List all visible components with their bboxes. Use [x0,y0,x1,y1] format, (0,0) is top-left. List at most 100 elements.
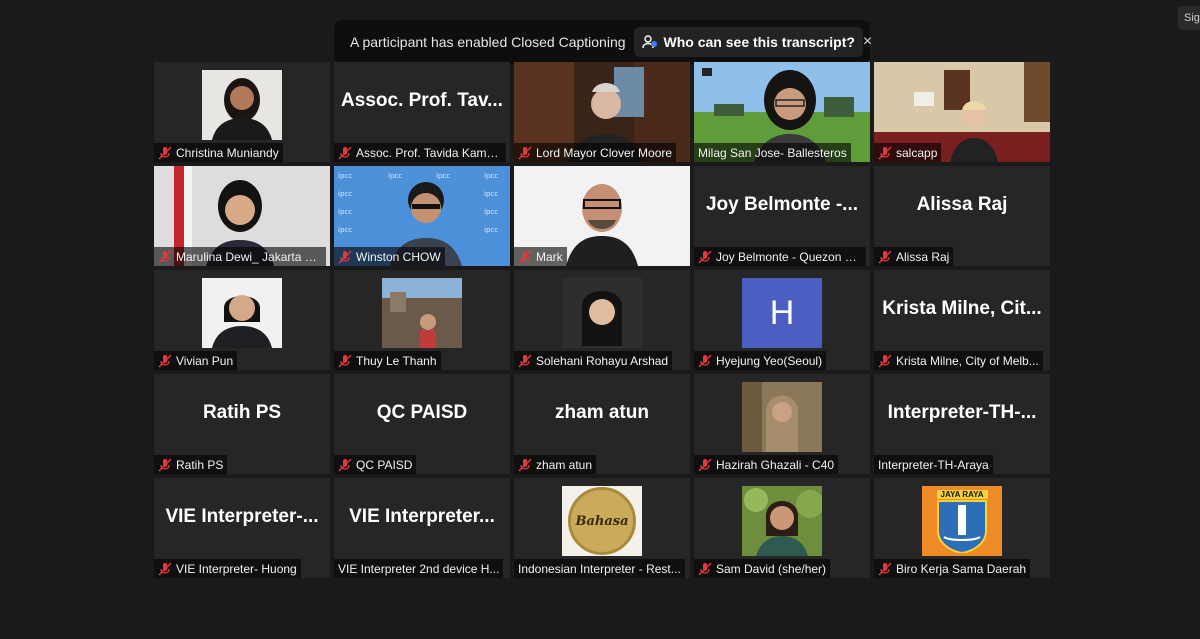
participant-tile-active-speaker[interactable]: Milag San Jose- Ballesteros [694,62,870,162]
participant-tile[interactable]: H Hyejung Yeo(Seoul) [694,270,870,370]
participant-tile[interactable]: QC PAISD QC PAISD [334,374,510,474]
participant-display-name: Krista Milne, Cit... [882,298,1042,319]
participant-name: VIE Interpreter 2nd device H... [338,561,500,576]
jakarta-emblem: JAYA RAYA [922,486,1002,556]
participant-tile[interactable]: Lord Mayor Clover Moore [514,62,690,162]
close-icon[interactable]: × [863,33,872,51]
svg-text:ipcc: ipcc [484,190,498,198]
participant-name: Assoc. Prof. Tavida Kamol... [356,145,502,160]
avatar: H [742,278,822,348]
transcript-visibility-button[interactable]: Who can see this transcript? [633,27,863,57]
participant-photo [742,486,822,556]
participant-name: Mark [536,249,563,264]
participant-name: Christina Muniandy [176,145,279,160]
muted-mic-icon [878,249,892,264]
muted-mic-icon [698,249,712,264]
participant-name: Alissa Raj [896,249,950,264]
participant-tile[interactable]: Interpreter-TH-... Interpreter-TH-Araya [874,374,1050,474]
participant-tile[interactable]: Hazirah Ghazali - C40 [694,374,870,474]
participant-name: Interpreter-TH-Araya [878,457,989,472]
participant-display-name: VIE Interpreter-... [165,506,319,527]
svg-text:ipcc: ipcc [338,208,352,216]
participant-tile[interactable]: Mark [514,166,690,266]
participant-display-name: Assoc. Prof. Tav... [341,90,503,111]
participant-photo [562,278,642,348]
muted-mic-icon [698,353,712,368]
muted-mic-icon [158,249,172,264]
participant-name: Sam David (she/her) [716,561,827,576]
muted-mic-icon [338,457,352,472]
participant-name: Marulina Dewi_ Jakarta C... [176,249,322,264]
svg-text:ipcc: ipcc [338,190,352,198]
participant-name: Hyejung Yeo(Seoul) [716,353,823,368]
participant-tile[interactable]: Vivian Pun [154,270,330,370]
participant-name: Krista Milne, City of Melb... [896,353,1039,368]
participant-display-name: Joy Belmonte -... [705,194,859,215]
svg-text:ipcc: ipcc [338,172,352,180]
participant-name: Milag San Jose- Ballesteros [698,145,847,160]
participant-name: Winston CHOW [356,249,441,264]
people-icon [641,35,657,49]
participant-tile[interactable]: salcapp [874,62,1050,162]
participant-tile[interactable]: ipcc ipcc ipcc ipcc ipcc ipcc ipcc ipcc ipcc ipcc… [334,166,510,266]
svg-text:ipcc: ipcc [484,172,498,180]
muted-mic-icon [338,353,352,368]
participant-tile[interactable]: Assoc. Prof. Tav... Assoc. Prof. Tavida … [334,62,510,162]
muted-mic-icon [518,249,532,264]
participant-name: Thuy Le Thanh [356,353,437,368]
muted-mic-icon [878,145,892,160]
avatar-initial: H [769,293,795,332]
muted-mic-icon [698,457,712,472]
participant-display-name: zham atun [555,402,649,423]
participant-name: Joy Belmonte - Quezon C... [716,249,862,264]
participant-name: Vivian Pun [176,353,234,368]
participant-display-name: Alissa Raj [916,194,1008,215]
participant-tile[interactable]: Krista Milne, Cit... Krista Milne, City … [874,270,1050,370]
participant-name: Solehani Rohayu Arshad [536,353,669,368]
muted-mic-icon [878,561,892,576]
participant-display-name: VIE Interpreter... [349,506,495,527]
participant-name: Indonesian Interpreter - Rest... [518,561,681,576]
svg-text:ipcc: ipcc [484,226,498,234]
captioning-message: A participant has enabled Closed Caption… [350,34,626,50]
sign-in-button[interactable]: Sig [1178,6,1200,30]
participant-photo [742,382,822,452]
participant-tile[interactable]: Alissa Raj Alissa Raj [874,166,1050,266]
participant-display-name: QC PAISD [376,402,468,423]
transcript-visibility-label: Who can see this transcript? [663,34,855,50]
muted-mic-icon [878,353,892,368]
svg-text:ipcc: ipcc [338,226,352,234]
participant-photo [202,278,282,348]
bahasa-logo: Bahasa [562,486,642,556]
muted-mic-icon [158,145,172,160]
participant-tile[interactable]: Christina Muniandy [154,62,330,162]
participant-video [202,70,282,140]
participant-name: Ratih PS [176,457,224,472]
participant-display-name: Interpreter-TH-... [887,402,1037,423]
captioning-notification: A participant has enabled Closed Caption… [334,20,872,64]
participant-tile[interactable]: Ratih PS Ratih PS [154,374,330,474]
participant-tile[interactable]: Bahasa Indonesian Interpreter - Rest... [514,478,690,578]
participant-name: zham atun [536,457,593,472]
sign-in-label: Sig [1184,12,1200,24]
muted-mic-icon [158,561,172,576]
participant-tile[interactable]: Solehani Rohayu Arshad [514,270,690,370]
logo-text: Bahasa [575,513,629,529]
participant-tile[interactable]: Marulina Dewi_ Jakarta C... [154,166,330,266]
participant-name: Biro Kerja Sama Daerah [896,561,1027,576]
participant-display-name: Ratih PS [202,402,282,423]
participant-tile[interactable]: Thuy Le Thanh [334,270,510,370]
muted-mic-icon [338,145,352,160]
participant-photo [382,278,462,348]
participant-tile[interactable]: Sam David (she/her) [694,478,870,578]
muted-mic-icon [518,145,532,160]
participant-tile[interactable]: VIE Interpreter... VIE Interpreter 2nd d… [334,478,510,578]
participant-tile[interactable]: zham atun zham atun [514,374,690,474]
gallery-grid: Christina Muniandy Assoc. Prof. Tav... A… [154,62,1050,578]
participant-name: salcapp [896,145,938,160]
muted-mic-icon [698,561,712,576]
svg-text:ipcc: ipcc [388,172,402,180]
participant-tile[interactable]: JAYA RAYA Biro Kerja Sama Daerah [874,478,1050,578]
participant-tile[interactable]: Joy Belmonte -... Joy Belmonte - Quezon … [694,166,870,266]
participant-tile[interactable]: VIE Interpreter-... VIE Interpreter- Huo… [154,478,330,578]
